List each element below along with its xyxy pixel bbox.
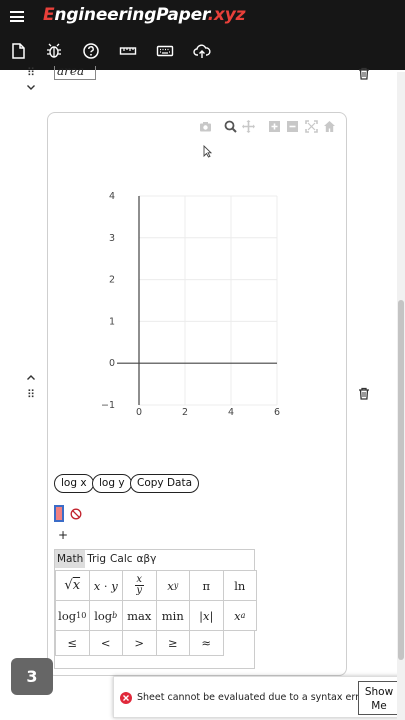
- key-0-5[interactable]: ln: [222, 570, 257, 601]
- drag-handle-icon[interactable]: ⠿: [27, 67, 36, 78]
- key-2-3[interactable]: ≥: [155, 630, 190, 656]
- trash-icon[interactable]: [358, 67, 370, 80]
- key-0-0[interactable]: √x: [55, 570, 90, 601]
- key-1-0[interactable]: log 10: [55, 600, 90, 631]
- key-2-1[interactable]: <: [88, 630, 123, 656]
- chevron-down-icon[interactable]: [26, 82, 36, 92]
- brand-suffix: .xyz: [207, 5, 246, 25]
- zoom-in-icon[interactable]: [268, 120, 281, 133]
- count-badge[interactable]: 3: [11, 658, 53, 695]
- show-me-button[interactable]: Show Me: [358, 681, 400, 715]
- virtual-keyboard: Math Trig Calc αβγ √x x · y x y x y π ln log 10 log b m…: [54, 549, 257, 669]
- key-1-1[interactable]: log b: [88, 600, 123, 631]
- brand-prefix: E: [43, 5, 55, 25]
- add-cell-button[interactable]: +: [58, 528, 68, 542]
- home-icon[interactable]: [323, 120, 336, 133]
- title-bar: EngineeringPaper.xyz: [0, 0, 405, 34]
- key-0-2[interactable]: xy: [122, 570, 157, 601]
- key-2-4[interactable]: ≈: [189, 630, 224, 656]
- key-2-2[interactable]: >: [122, 630, 157, 656]
- key-1-4[interactable]: | x |: [189, 600, 224, 631]
- tab-calc[interactable]: Calc: [108, 550, 134, 568]
- key-1-5[interactable]: xa: [222, 600, 257, 631]
- bug-icon[interactable]: [45, 42, 63, 60]
- math-input-cursor[interactable]: [54, 505, 64, 522]
- y-tick-label: 4: [109, 191, 115, 202]
- camera-icon[interactable]: [199, 120, 212, 133]
- x-tick-label: 6: [274, 407, 280, 418]
- show-me-line1: Show: [364, 686, 394, 698]
- zoom-icon[interactable]: [224, 120, 237, 133]
- y-tick-label: 1: [109, 316, 115, 327]
- key-0-3[interactable]: xy: [155, 570, 190, 601]
- key-2-0[interactable]: ≤: [55, 630, 90, 656]
- scrollbar-thumb[interactable]: [398, 300, 404, 660]
- log-x-button[interactable]: log x: [54, 474, 94, 493]
- y-tick-label: 0: [109, 358, 115, 369]
- show-me-line2: Me: [371, 700, 387, 712]
- toast-message: Sheet cannot be evaluated due to a synta…: [137, 692, 371, 703]
- error-toast: Sheet cannot be evaluated due to a synta…: [113, 676, 404, 718]
- error-icon: [120, 692, 132, 704]
- zoom-out-icon[interactable]: [286, 120, 299, 133]
- keyboard-icon[interactable]: [156, 42, 174, 60]
- x-tick-label: 2: [182, 407, 188, 418]
- mouse-pointer-icon: [203, 143, 213, 158]
- brand-main: ngineeringPaper: [54, 5, 208, 25]
- y-tick-label: −1: [101, 400, 115, 411]
- math-field-area[interactable]: area =: [54, 66, 96, 80]
- pan-icon[interactable]: [242, 120, 255, 133]
- log-y-button[interactable]: log y: [92, 474, 132, 493]
- toolbar: [0, 34, 405, 70]
- tab-trig[interactable]: Trig: [85, 550, 108, 568]
- y-tick-label: 3: [109, 233, 115, 244]
- trash-icon[interactable]: [358, 387, 370, 400]
- key-1-3[interactable]: min: [155, 600, 190, 631]
- tab-greek[interactable]: αβγ: [135, 550, 159, 568]
- chevron-up-icon[interactable]: [26, 373, 36, 383]
- help-icon[interactable]: [82, 42, 100, 60]
- x-tick-label: 4: [228, 407, 234, 418]
- upload-icon[interactable]: [193, 42, 211, 60]
- autoscale-icon[interactable]: [305, 120, 318, 133]
- drag-handle-icon[interactable]: ⠿: [27, 389, 36, 400]
- key-0-1[interactable]: x · y: [88, 570, 123, 601]
- key-0-4[interactable]: π: [189, 570, 224, 601]
- new-sheet-icon[interactable]: [9, 42, 27, 60]
- key-1-2[interactable]: max: [122, 600, 157, 631]
- brand-logo[interactable]: EngineeringPaper.xyz: [43, 5, 245, 25]
- app-root: EngineeringPaper.xyz ⠿ area = ⠿: [0, 0, 405, 720]
- prohibited-icon[interactable]: [70, 508, 82, 520]
- y-tick-label: 2: [109, 275, 115, 286]
- x-tick-label: 0: [136, 407, 142, 418]
- plot-area[interactable]: 0 2 4 6 4 3 2 1 0 −1: [95, 180, 295, 430]
- tab-math[interactable]: Math: [55, 550, 86, 568]
- copy-data-button[interactable]: Copy Data: [130, 474, 200, 493]
- keyboard-tabs: Math Trig Calc αβγ: [55, 550, 158, 568]
- ruler-icon[interactable]: [119, 42, 137, 60]
- menu-icon[interactable]: [10, 11, 24, 22]
- plot-svg: 0 2 4 6 4 3 2 1 0 −1: [101, 191, 280, 418]
